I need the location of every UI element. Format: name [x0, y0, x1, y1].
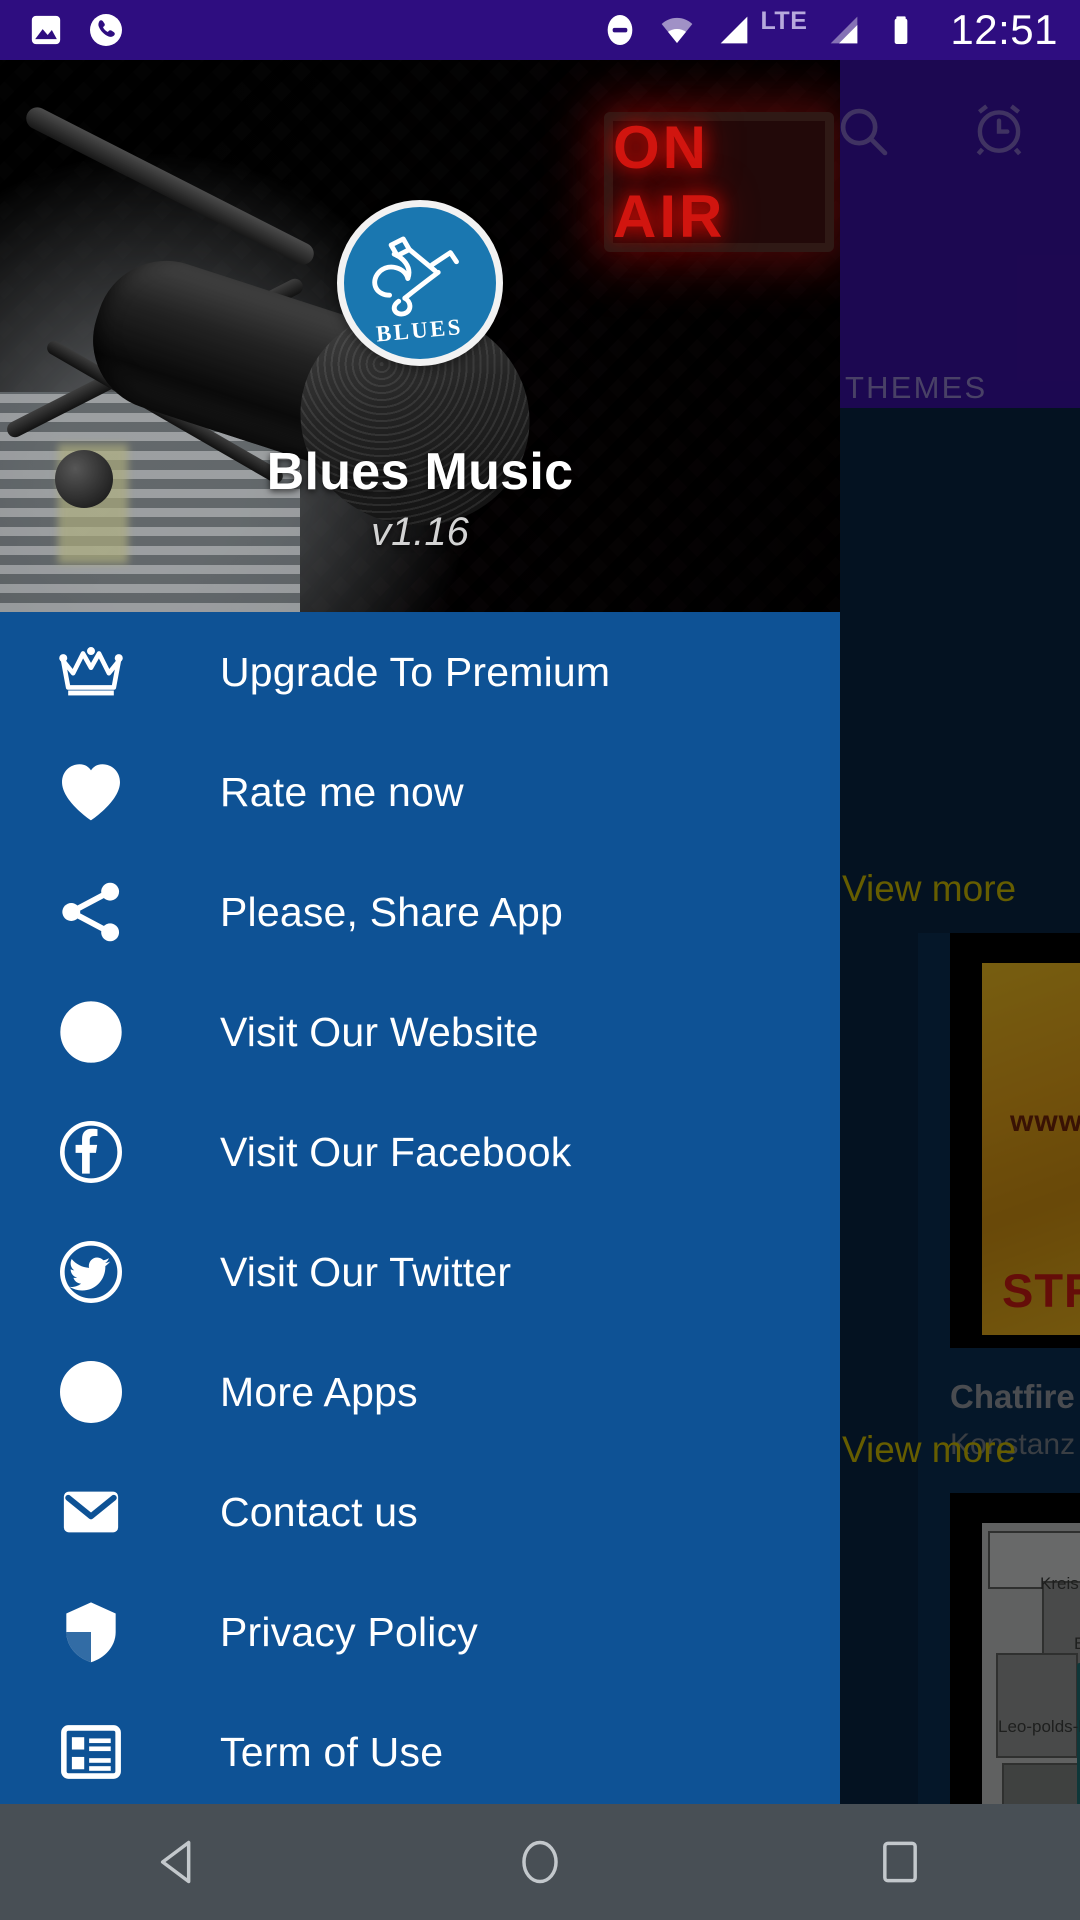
drawer-item-term-of-use[interactable]: Term of Use [0, 1692, 840, 1804]
lte-label: LTE [760, 6, 808, 35]
drawer-item-upgrade-to-premium[interactable]: Upgrade To Premium [0, 612, 840, 732]
share-icon [54, 875, 128, 949]
recents-square-icon [883, 1841, 917, 1883]
recents-button[interactable] [720, 1836, 1080, 1888]
drawer-item-privacy-policy[interactable]: Privacy Policy [0, 1572, 840, 1692]
home-circle-icon [522, 1840, 558, 1884]
envelope-icon [54, 1475, 128, 1549]
system-navigation-bar [0, 1804, 1080, 1920]
drawer-item-more-apps[interactable]: More Apps [0, 1332, 840, 1452]
drawer-item-contact-us[interactable]: Contact us [0, 1452, 840, 1572]
globe-icon [54, 995, 128, 1069]
drawer-item-label: Contact us [220, 1488, 418, 1535]
heart-icon [54, 755, 128, 829]
drawer-item-label: More Apps [220, 1368, 418, 1415]
drawer-item-label: Term of Use [220, 1728, 444, 1775]
shield-icon [54, 1595, 128, 1669]
status-bar: LTE 12:51 [0, 0, 1080, 60]
drawer-item-rate-me-now[interactable]: Rate me now [0, 732, 840, 852]
facebook-icon [54, 1115, 128, 1189]
image-icon [26, 10, 66, 50]
back-button[interactable] [0, 1836, 360, 1888]
drawer-item-visit-facebook[interactable]: Visit Our Facebook [0, 1092, 840, 1212]
drawer-header: ON AIR BLUES Blues Music v1.16 [0, 60, 840, 612]
drawer-item-label: Please, Share App [220, 888, 564, 935]
battery-icon [881, 10, 921, 50]
drawer-item-label: Rate me now [220, 768, 464, 815]
drawer-item-visit-website[interactable]: Visit Our Website [0, 972, 840, 1092]
signal-icon [714, 10, 754, 50]
drawer-item-share-app[interactable]: Please, Share App [0, 852, 840, 972]
drawer-item-visit-twitter[interactable]: Visit Our Twitter [0, 1212, 840, 1332]
instagram-icon [54, 1355, 128, 1429]
drawer-item-label: Privacy Policy [220, 1608, 478, 1655]
status-bar-left-icons [26, 10, 126, 50]
svg-text:BLUES: BLUES [375, 314, 464, 346]
signal-2-icon [824, 10, 864, 50]
drawer-item-label: Upgrade To Premium [220, 648, 611, 695]
twitter-icon [54, 1235, 128, 1309]
navigation-drawer: ON AIR BLUES Blues Music v1.16 Upgrade T… [0, 60, 840, 1804]
phone-screen: THEMES View more www. STR Chatfire Konst… [0, 0, 1080, 1920]
home-button[interactable] [360, 1836, 720, 1888]
crown-icon [54, 635, 128, 709]
blues-guitar-logo-icon: BLUES [337, 200, 503, 366]
drawer-item-label: Visit Our Website [220, 1008, 539, 1055]
wifi-icon [657, 10, 697, 50]
back-triangle-icon [160, 1840, 191, 1884]
phone-call-icon [86, 10, 126, 50]
app-version: v1.16 [371, 510, 469, 554]
list-icon [54, 1715, 128, 1789]
app-title: Blues Music [266, 443, 574, 501]
do-not-disturb-icon [600, 10, 640, 50]
drawer-item-label: Visit Our Twitter [220, 1248, 512, 1295]
status-bar-right-icons: LTE 12:51 [600, 6, 1058, 54]
status-bar-clock: 12:51 [950, 6, 1058, 53]
drawer-menu: Upgrade To Premium Rate me now Please, S… [0, 612, 840, 1804]
drawer-item-label: Visit Our Facebook [220, 1128, 572, 1175]
